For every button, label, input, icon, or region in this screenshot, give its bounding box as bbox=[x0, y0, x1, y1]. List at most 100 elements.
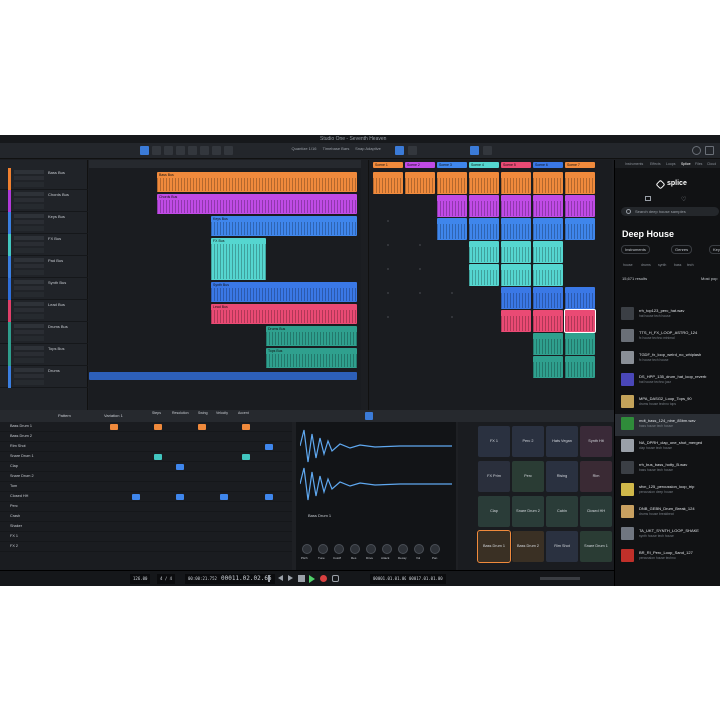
empty-slot[interactable] bbox=[387, 220, 389, 222]
track-input[interactable] bbox=[14, 324, 44, 328]
quantize-label[interactable]: Quantize 1/16 bbox=[290, 146, 318, 151]
split-tool-button[interactable] bbox=[164, 146, 173, 155]
track-output[interactable] bbox=[14, 264, 44, 268]
arrangement-clip[interactable]: Synth Bus bbox=[211, 282, 357, 302]
track-input[interactable] bbox=[14, 236, 44, 240]
scene-header[interactable]: Scene 6 bbox=[533, 162, 563, 168]
drum-pad[interactable]: Synth Hit bbox=[580, 426, 612, 457]
drum-pad[interactable]: Bass Drum 1 bbox=[477, 530, 511, 563]
track-buttons[interactable] bbox=[14, 248, 44, 253]
drum-pad[interactable]: FX 1 bbox=[478, 426, 510, 457]
scene-clip[interactable] bbox=[533, 241, 563, 263]
track-output[interactable] bbox=[14, 198, 44, 202]
sort-select[interactable]: Most pop bbox=[701, 276, 717, 281]
scene-clip[interactable] bbox=[565, 218, 595, 240]
scene-header[interactable]: Scene 5 bbox=[501, 162, 531, 168]
scene-clip[interactable] bbox=[565, 172, 595, 194]
tag-chip[interactable]: tech bbox=[687, 263, 694, 267]
track-header[interactable]: Drums bbox=[0, 366, 88, 388]
play-icon[interactable] bbox=[309, 575, 315, 583]
sample-row[interactable]: TA_UKT_SYNTH_LOOP_SHAKE synth house tech … bbox=[615, 524, 720, 546]
step-on[interactable] bbox=[132, 494, 140, 500]
velocity-label[interactable]: Velocity bbox=[216, 411, 228, 415]
layout-icon[interactable] bbox=[705, 146, 714, 155]
track-input[interactable] bbox=[14, 280, 44, 284]
listen-tool-button[interactable] bbox=[224, 146, 233, 155]
track-buttons[interactable] bbox=[14, 336, 44, 341]
scene-header[interactable]: Scene 2 bbox=[405, 162, 435, 168]
edit-view-button[interactable] bbox=[408, 146, 417, 155]
scene-clip[interactable] bbox=[469, 264, 499, 286]
step-on[interactable] bbox=[176, 494, 184, 500]
track-buttons[interactable] bbox=[14, 358, 44, 363]
track-output[interactable] bbox=[14, 242, 44, 246]
record-icon[interactable] bbox=[320, 575, 327, 582]
step-on[interactable] bbox=[242, 454, 250, 460]
tab-effects[interactable]: Effects bbox=[650, 162, 661, 166]
pattern-label[interactable]: Pattern bbox=[58, 413, 71, 418]
drum-pad[interactable]: Perc 2 bbox=[512, 426, 544, 457]
arrangement-clip[interactable]: Bass Bus bbox=[157, 172, 357, 192]
scene-clip[interactable] bbox=[405, 172, 435, 194]
drum-pad[interactable]: Perc bbox=[512, 461, 544, 492]
arrow-tool-button[interactable] bbox=[140, 146, 149, 155]
tune-knob[interactable] bbox=[318, 544, 328, 554]
track-header[interactable]: Chords Bus bbox=[0, 190, 88, 212]
empty-slot[interactable] bbox=[419, 292, 421, 294]
track-buttons[interactable] bbox=[14, 314, 44, 319]
empty-slot[interactable] bbox=[419, 268, 421, 270]
scene-header[interactable]: Scene 7 bbox=[565, 162, 595, 168]
attack-knob[interactable] bbox=[382, 544, 392, 554]
sequencer-row[interactable]: Clap bbox=[0, 462, 292, 472]
sequencer-row[interactable]: Snare Drum 2 bbox=[0, 472, 292, 482]
scene-clip[interactable] bbox=[501, 287, 531, 309]
scene-clip[interactable] bbox=[469, 172, 499, 194]
sample-row[interactable]: rrh_top123_perc_hat.wav hat house tech ho… bbox=[615, 304, 720, 326]
filter-instruments[interactable]: Instruments bbox=[621, 245, 650, 254]
swing-label[interactable]: Swing bbox=[198, 411, 208, 415]
sequencer-row[interactable]: Crash bbox=[0, 512, 292, 522]
tab-splice[interactable]: Splice bbox=[681, 162, 691, 166]
tempo-display[interactable]: 126.00 bbox=[130, 574, 151, 584]
step-on[interactable] bbox=[220, 494, 228, 500]
pan-knob[interactable] bbox=[430, 544, 440, 554]
step-sequencer[interactable]: Bass Drum 1 Bass Drum 2 Rim Shot Snare D… bbox=[0, 422, 292, 570]
arrangement-clip[interactable]: Drums Bus bbox=[266, 326, 357, 346]
track-header[interactable]: Drums Bus bbox=[0, 322, 88, 344]
timeline-ruler[interactable] bbox=[89, 160, 361, 168]
bend-tool-button[interactable] bbox=[212, 146, 221, 155]
sample-row[interactable]: BR_RI_Perc_Loop_Sand_127 percussion house… bbox=[615, 546, 720, 568]
sample-row[interactable]: DS_HPP_135_drum_hat_loop_reverb hat house… bbox=[615, 370, 720, 392]
filter-genres[interactable]: Genres bbox=[671, 245, 693, 254]
filter-key[interactable]: Key bbox=[709, 245, 720, 254]
track-output[interactable] bbox=[14, 352, 44, 356]
step-on[interactable] bbox=[154, 424, 162, 430]
scene-clip[interactable] bbox=[533, 310, 563, 332]
scene-clip[interactable] bbox=[373, 172, 403, 194]
steps-label[interactable]: Steps bbox=[152, 411, 161, 415]
variation-label[interactable]: Variation 1 bbox=[104, 413, 123, 418]
signature-display[interactable]: 4 / 4 bbox=[157, 574, 176, 584]
empty-slot[interactable] bbox=[387, 316, 389, 318]
decay-knob[interactable] bbox=[398, 544, 408, 554]
empty-slot[interactable] bbox=[419, 244, 421, 246]
search-input[interactable]: Search deep house samples bbox=[621, 207, 719, 216]
step-on[interactable] bbox=[242, 424, 250, 430]
scene-header[interactable]: Scene 4 bbox=[469, 162, 499, 168]
tag-chip[interactable]: house bbox=[623, 263, 633, 267]
track-buttons[interactable] bbox=[14, 292, 44, 297]
track-input[interactable] bbox=[14, 170, 44, 174]
track-output[interactable] bbox=[14, 220, 44, 224]
track-output[interactable] bbox=[14, 176, 44, 180]
paint-tool-button[interactable] bbox=[188, 146, 197, 155]
drum-pad[interactable]: Rising bbox=[546, 461, 578, 492]
loop-start-display[interactable]: 00001.01.01.00 bbox=[370, 574, 410, 584]
range-tool-button[interactable] bbox=[152, 146, 161, 155]
res-knob[interactable] bbox=[350, 544, 360, 554]
song-view-button[interactable] bbox=[395, 146, 404, 155]
scenes-view-button[interactable] bbox=[470, 146, 479, 155]
scene-clip[interactable] bbox=[501, 195, 531, 217]
tab-loops[interactable]: Loops bbox=[666, 162, 676, 166]
sample-row[interactable]: NA_DPRH_clap_one_shot_merged clap house t… bbox=[615, 436, 720, 458]
track-header[interactable]: Tops Bus bbox=[0, 344, 88, 366]
